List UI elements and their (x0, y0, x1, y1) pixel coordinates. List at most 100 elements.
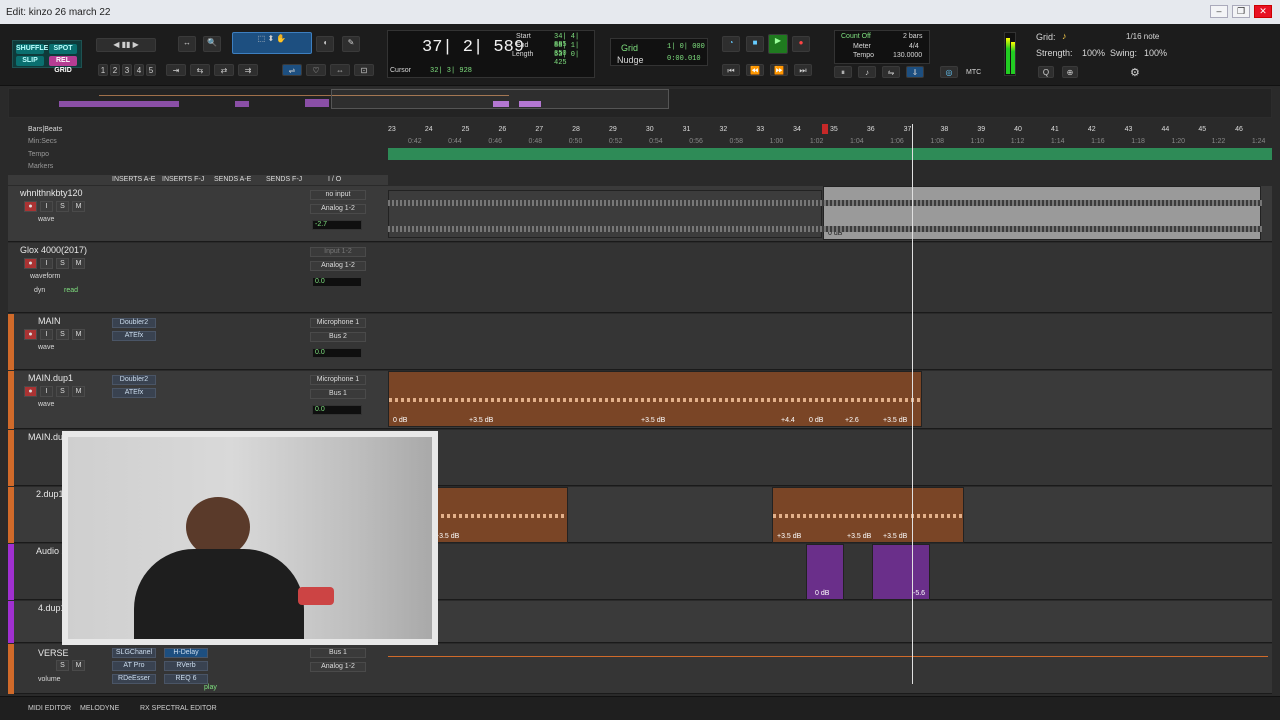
minimize-button[interactable]: – (1210, 5, 1228, 18)
metronome-icon[interactable]: ♪ (858, 66, 876, 78)
automation-mode[interactable]: play (204, 684, 217, 691)
zoom-arrows-icon[interactable]: ↔ (178, 36, 196, 52)
solo-button[interactable]: S (56, 660, 69, 671)
audio-clip[interactable]: 0 dB (806, 544, 844, 600)
tempo-lane[interactable] (388, 148, 1272, 160)
track-view-mode[interactable]: waveform (30, 273, 60, 280)
mute-button[interactable]: M (72, 258, 85, 269)
zoom-preset-1[interactable]: 1 (98, 64, 108, 76)
input-monitor-button[interactable]: I (40, 386, 53, 397)
input-selector[interactable]: Microphone 1 (310, 318, 366, 328)
spot-mode-button[interactable]: SPOT (49, 44, 77, 54)
track-whnlthnkbty120[interactable]: whnlthnkbty120 ● I S M wave no input Ana… (8, 186, 1272, 242)
link-timeline-icon[interactable]: ⇆ (190, 64, 210, 76)
link-track-icon[interactable]: ⇄ (214, 64, 234, 76)
solo-button[interactable]: S (56, 329, 69, 340)
tab-midi-editor[interactable]: MIDI EDITOR (28, 705, 71, 712)
send-slot-1[interactable]: H-Delay (164, 648, 208, 658)
quantize-icon[interactable]: Q (1038, 66, 1054, 78)
send-slot-3[interactable]: REQ 6 (164, 674, 208, 684)
speaker-tool-icon[interactable]: ◖ (316, 36, 334, 52)
tab-to-transient-icon[interactable]: ⇥ (166, 64, 186, 76)
track-name[interactable]: MAIN (38, 316, 116, 326)
sync-icon[interactable]: ◎ (940, 66, 958, 78)
meter-value[interactable]: 4/4 (909, 43, 919, 50)
conductor-icon[interactable]: ⇓ (906, 66, 924, 78)
output-selector[interactable]: Analog 1-2 (310, 204, 366, 214)
zoom-preset-2[interactable]: 2 (110, 64, 120, 76)
length-value[interactable]: 53| 0| 425 (554, 51, 594, 67)
swing-value[interactable]: 100% (1144, 48, 1167, 58)
rec-arm-button[interactable]: ● (24, 201, 37, 212)
input-selector[interactable]: no input (310, 190, 366, 200)
track-view-mode[interactable]: wave (38, 401, 54, 408)
maximize-button[interactable]: ❐ (1232, 5, 1250, 18)
automation-state[interactable]: read (64, 287, 78, 294)
note-icon[interactable]: ♪ (1062, 31, 1067, 41)
heart-icon[interactable]: ♡ (306, 64, 326, 76)
zoom-buttons[interactable]: ◀ ▮▮ ▶ (96, 38, 156, 52)
online-icon[interactable]: ◔ (722, 36, 740, 52)
tab-melodyne[interactable]: MELODYNE (80, 705, 119, 712)
track-name[interactable]: MAIN.dup1 (28, 373, 106, 383)
insert-slot-1[interactable]: Doubler2 (112, 318, 156, 328)
insert-slot-2[interactable]: ATEfx (112, 331, 156, 341)
loop-icon[interactable]: ⇋ (882, 66, 900, 78)
send-slot-2[interactable]: RVerb (164, 661, 208, 671)
insert-slot-2[interactable]: ATEfx (112, 388, 156, 398)
volume-readout[interactable]: 0.0 (312, 405, 362, 415)
mute-button[interactable]: M (72, 329, 85, 340)
track-view-mode[interactable]: wave (38, 344, 54, 351)
insert-slot-3[interactable]: RDeEsser (112, 674, 156, 684)
fast-forward-icon[interactable]: ⏩ (770, 64, 788, 76)
nudge-value[interactable]: 0:00.010 (667, 55, 701, 63)
main-counter[interactable]: 37| 2| 589 (422, 38, 524, 57)
audio-clip[interactable]: +3.5 dB +3.5 dB +3.5 dB (772, 487, 964, 543)
input-selector[interactable]: Microphone 1 (310, 375, 366, 385)
midi-merge-icon[interactable]: ⏸ (834, 66, 852, 78)
output-selector[interactable]: Bus 2 (310, 332, 366, 342)
track-main[interactable]: MAIN ● I S M wave Doubler2 ATEfx Microph… (8, 314, 1272, 370)
rewind-icon[interactable]: ⏪ (746, 64, 764, 76)
quantize-zoom-icon[interactable]: ⊕ (1062, 66, 1078, 78)
grid2-value[interactable]: 1/16 note (1126, 32, 1159, 41)
slip-mode-button[interactable]: SLIP (16, 56, 44, 66)
automation-mode[interactable]: dyn (34, 287, 45, 294)
zoom-preset-5[interactable]: 5 (146, 64, 156, 76)
mute-button[interactable]: M (72, 660, 85, 671)
mtc-label[interactable]: MTC (966, 69, 981, 76)
zoom-preset-4[interactable]: 4 (134, 64, 144, 76)
track-view-mode[interactable]: wave (38, 216, 54, 223)
rec-arm-button[interactable]: ● (24, 329, 37, 340)
close-button[interactable]: ✕ (1254, 5, 1272, 18)
return-to-zero-icon[interactable]: ⏮ (722, 64, 740, 76)
input-selector[interactable]: Bus 1 (310, 648, 366, 658)
play-button[interactable]: ▶ (768, 34, 788, 54)
track-name[interactable]: VERSE (38, 648, 116, 658)
grid-label[interactable]: Grid (621, 43, 638, 53)
track-view-mode[interactable]: volume (38, 676, 61, 683)
insert-slot-1[interactable]: Doubler2 (112, 375, 156, 385)
volume-readout[interactable]: 0.0 (312, 277, 362, 287)
insert-slot-2[interactable]: AT Pro (112, 661, 156, 671)
insertion-follows-icon[interactable]: ⇉ (238, 64, 258, 76)
punch-in-marker[interactable] (822, 124, 828, 134)
shuffle-mode-button[interactable]: SHUFFLE (16, 44, 48, 54)
settings-gear-icon[interactable]: ⚙ (1130, 66, 1140, 79)
volume-readout[interactable]: -2.7 (312, 220, 362, 230)
grid-value[interactable]: 1| 0| 000 (667, 43, 705, 51)
track-main-dup1[interactable]: MAIN.dup1 ● I S M wave Doubler2 ATEfx Mi… (8, 371, 1272, 429)
rulers-area[interactable]: Bars|Beats Min:Secs Tempo Markers 23 24 25… (8, 124, 1272, 172)
record-button[interactable]: ● (792, 36, 810, 52)
solo-button[interactable]: S (56, 386, 69, 397)
rec-arm-button[interactable]: ● (24, 386, 37, 397)
universe-overview[interactable] (8, 88, 1272, 118)
volume-readout[interactable]: 0.0 (312, 348, 362, 358)
track-glox-4000[interactable]: Glox 4000(2017) ● I S M waveform dyn rea… (8, 243, 1272, 313)
output-selector[interactable]: Analog 1-2 (310, 261, 366, 271)
go-to-end-icon[interactable]: ⏭ (794, 64, 812, 76)
input-monitor-button[interactable]: I (40, 258, 53, 269)
track-verse[interactable]: VERSE S M SLGChanel AT Pro RDeEsser H-De… (8, 644, 1272, 694)
output-selector[interactable]: Bus 1 (310, 389, 366, 399)
count-off-label[interactable]: Count Off (841, 33, 871, 40)
